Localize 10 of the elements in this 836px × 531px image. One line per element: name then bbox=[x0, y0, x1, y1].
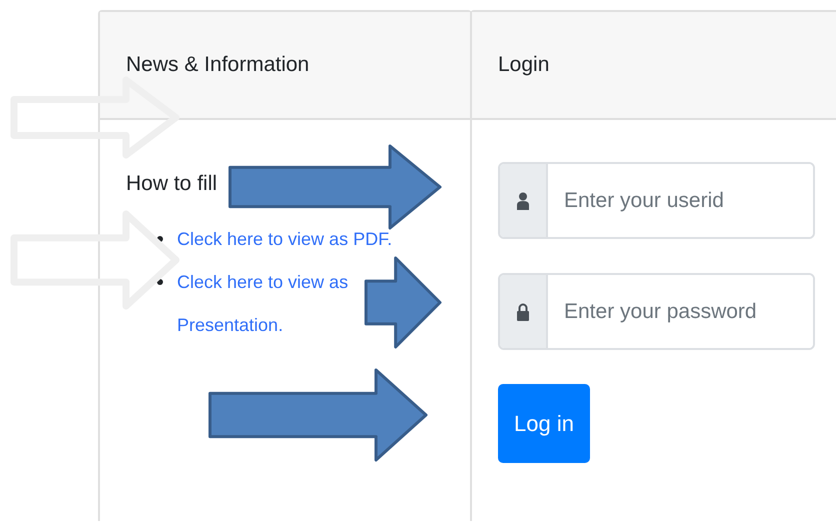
input-field[interactable]: Enter your password bbox=[498, 273, 815, 350]
card-title: Login bbox=[498, 53, 550, 77]
card-title: News & Information bbox=[126, 53, 310, 77]
login-button[interactable]: Log in bbox=[498, 384, 590, 463]
document-link[interactable]: Cleck here to view as Presentation. bbox=[177, 261, 424, 347]
lock-icon bbox=[517, 302, 529, 320]
user-icon bbox=[517, 192, 529, 210]
input-field[interactable]: Enter your userid bbox=[498, 162, 815, 239]
section-heading: How to fill bbox=[126, 172, 218, 196]
document-link[interactable]: Cleck here to view as PDF. bbox=[177, 218, 392, 261]
